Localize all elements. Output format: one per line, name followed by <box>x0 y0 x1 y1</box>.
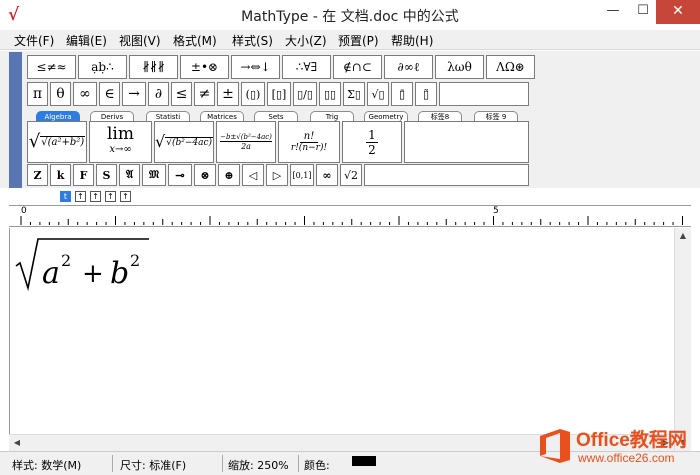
infinity-button[interactable]: ∞ <box>73 82 97 106</box>
circled-plus-button[interactable]: ⊕ <box>218 164 240 186</box>
theta-button[interactable]: θ <box>50 82 71 106</box>
status-zoom: 缩放: 250% <box>228 459 289 472</box>
scroll-up-icon[interactable]: ▲ <box>675 228 691 244</box>
row2-empty-slot[interactable] <box>439 82 529 106</box>
not-equal-button[interactable]: ≠ <box>194 82 215 106</box>
ruler[interactable]: 0 5 <box>9 205 691 227</box>
status-separator <box>298 455 299 472</box>
template-one-half[interactable]: 1 2 <box>342 121 402 163</box>
row4-empty-slot[interactable] <box>404 121 529 163</box>
palette-greek-upper[interactable]: ΛΩ⊛ <box>486 55 535 79</box>
partial-button[interactable]: ∂ <box>148 82 169 106</box>
title-bar: √ MathType - 在 文档.doc 中的公式 — ☐ ✕ <box>0 0 700 30</box>
multimap-button[interactable]: ⊸ <box>168 164 192 186</box>
brackets-template-button[interactable]: [▯] <box>267 82 291 106</box>
palette-operators[interactable]: ±•⊗ <box>180 55 229 79</box>
menu-help[interactable]: 帮助(H) <box>391 32 433 49</box>
formula-b-exponent: 2 <box>130 251 140 270</box>
template-combination[interactable]: n! r!(n−r)! <box>278 121 340 163</box>
menu-view[interactable]: 视图(V) <box>119 32 161 49</box>
interval-template-button[interactable]: [0,1] <box>290 164 314 186</box>
palette-greek-lower[interactable]: λωθ <box>435 55 484 79</box>
size-up-4-button[interactable]: ↑ <box>120 191 131 202</box>
size-up-2-button[interactable]: ↑ <box>90 191 101 202</box>
symbol-z-button[interactable]: Z <box>27 164 48 186</box>
radical-template-button[interactable]: √▯ <box>367 82 389 106</box>
overbar-template-button[interactable]: ▯̄ <box>391 82 413 106</box>
size-text-button[interactable]: t <box>60 191 71 202</box>
symbol-s-button[interactable]: S <box>96 164 117 186</box>
maximize-button[interactable]: ☐ <box>626 0 660 24</box>
element-of-button[interactable]: ∈ <box>99 82 120 106</box>
status-size: 尺寸: 标准(F) <box>120 459 187 472</box>
scroll-left-icon[interactable]: ◀ <box>9 435 25 451</box>
palette-logic[interactable]: ∴∀∃ <box>282 55 331 79</box>
template-quadratic-formula[interactable]: −b±√(b²−4ac) 2a <box>216 121 276 163</box>
menu-file[interactable]: 文件(F) <box>14 32 54 49</box>
fraction-template-button[interactable]: ▯/▯ <box>293 82 317 106</box>
menu-edit[interactable]: 编辑(E) <box>66 32 107 49</box>
formula-b: b <box>110 256 129 291</box>
palette-misc-symbols[interactable]: ∂∞ℓ <box>384 55 433 79</box>
palette-spaces-ellipses[interactable]: ạḅ∴ <box>78 55 127 79</box>
watermark-url: www.office26.com <box>578 451 675 465</box>
ruler-mark-0: 0 <box>21 206 27 216</box>
pi-button[interactable]: π <box>27 82 48 106</box>
right-triangle-button[interactable]: ▷ <box>266 164 288 186</box>
ruler-ticks <box>20 216 683 225</box>
minimize-button[interactable]: — <box>596 0 630 24</box>
template-discriminant[interactable]: √ √(b²−4ac) <box>154 121 214 163</box>
office-logo-icon <box>540 429 570 463</box>
summation-template-button[interactable]: Σ▯ <box>343 82 365 106</box>
formula-a-exponent: 2 <box>61 251 71 270</box>
menu-style[interactable]: 样式(S) <box>232 32 273 49</box>
close-button[interactable]: ✕ <box>656 0 700 24</box>
left-triangle-button[interactable]: ◁ <box>242 164 264 186</box>
circled-times-button[interactable]: ⊗ <box>194 164 216 186</box>
less-equal-button[interactable]: ≤ <box>171 82 192 106</box>
ruler-mark-5: 5 <box>493 206 499 216</box>
formula-display: a 2 + b 2 <box>15 238 149 292</box>
status-style: 样式: 数学(M) <box>12 459 82 472</box>
toolbar-grip[interactable] <box>9 52 22 188</box>
menu-format[interactable]: 格式(M) <box>173 32 217 49</box>
menu-preferences[interactable]: 预置(P) <box>338 32 379 49</box>
status-separator <box>112 455 113 472</box>
window-title: MathType - 在 文档.doc 中的公式 <box>241 9 459 25</box>
size-up-3-button[interactable]: ↑ <box>105 191 116 202</box>
right-arrow-button[interactable]: → <box>122 82 146 106</box>
template-limit[interactable]: lim x→∞ <box>89 121 152 163</box>
office26-watermark: Office教程网 www.office26.com <box>538 424 696 470</box>
symbol-k-button[interactable]: k <box>50 164 71 186</box>
subscript-template-button[interactable]: ▯▯ <box>319 82 341 106</box>
status-separator <box>222 455 223 472</box>
palette-relations[interactable]: ≤≠≈ <box>27 55 76 79</box>
vertical-scrollbar[interactable]: ▲ ▼ <box>674 228 691 451</box>
palette-embellishments[interactable]: ∦∦∦ <box>129 55 178 79</box>
palette-arrows[interactable]: →⇔↓ <box>231 55 280 79</box>
formula-a: a <box>42 256 60 291</box>
infinity-small-button[interactable]: ∞ <box>316 164 338 186</box>
row5-empty-slot[interactable] <box>364 164 529 186</box>
sqrt-two-button[interactable]: √2 <box>340 164 362 186</box>
status-color-label: 颜色: <box>304 459 330 472</box>
formula-plus: + <box>82 259 104 289</box>
fraktur-a-button[interactable]: 𝔄 <box>119 164 140 186</box>
watermark-brand: Office教程网 <box>576 430 687 451</box>
size-up-1-button[interactable]: ↑ <box>75 191 86 202</box>
fraktur-m-button[interactable]: 𝔐 <box>142 164 166 186</box>
status-color-swatch <box>352 456 376 466</box>
tilde-template-button[interactable]: ▯̃ <box>415 82 437 106</box>
plus-minus-button[interactable]: ± <box>217 82 239 106</box>
symbol-f-button[interactable]: F <box>73 164 94 186</box>
template-sqrt-sum-squares[interactable]: √ √(a²+b²) <box>27 121 87 163</box>
palette-sets[interactable]: ∉∩⊂ <box>333 55 382 79</box>
menu-size[interactable]: 大小(Z) <box>285 32 327 49</box>
menu-bar: 文件(F) 编辑(E) 视图(V) 格式(M) 样式(S) 大小(Z) 预置(P… <box>0 30 700 50</box>
parentheses-template-button[interactable]: (▯) <box>241 82 265 106</box>
